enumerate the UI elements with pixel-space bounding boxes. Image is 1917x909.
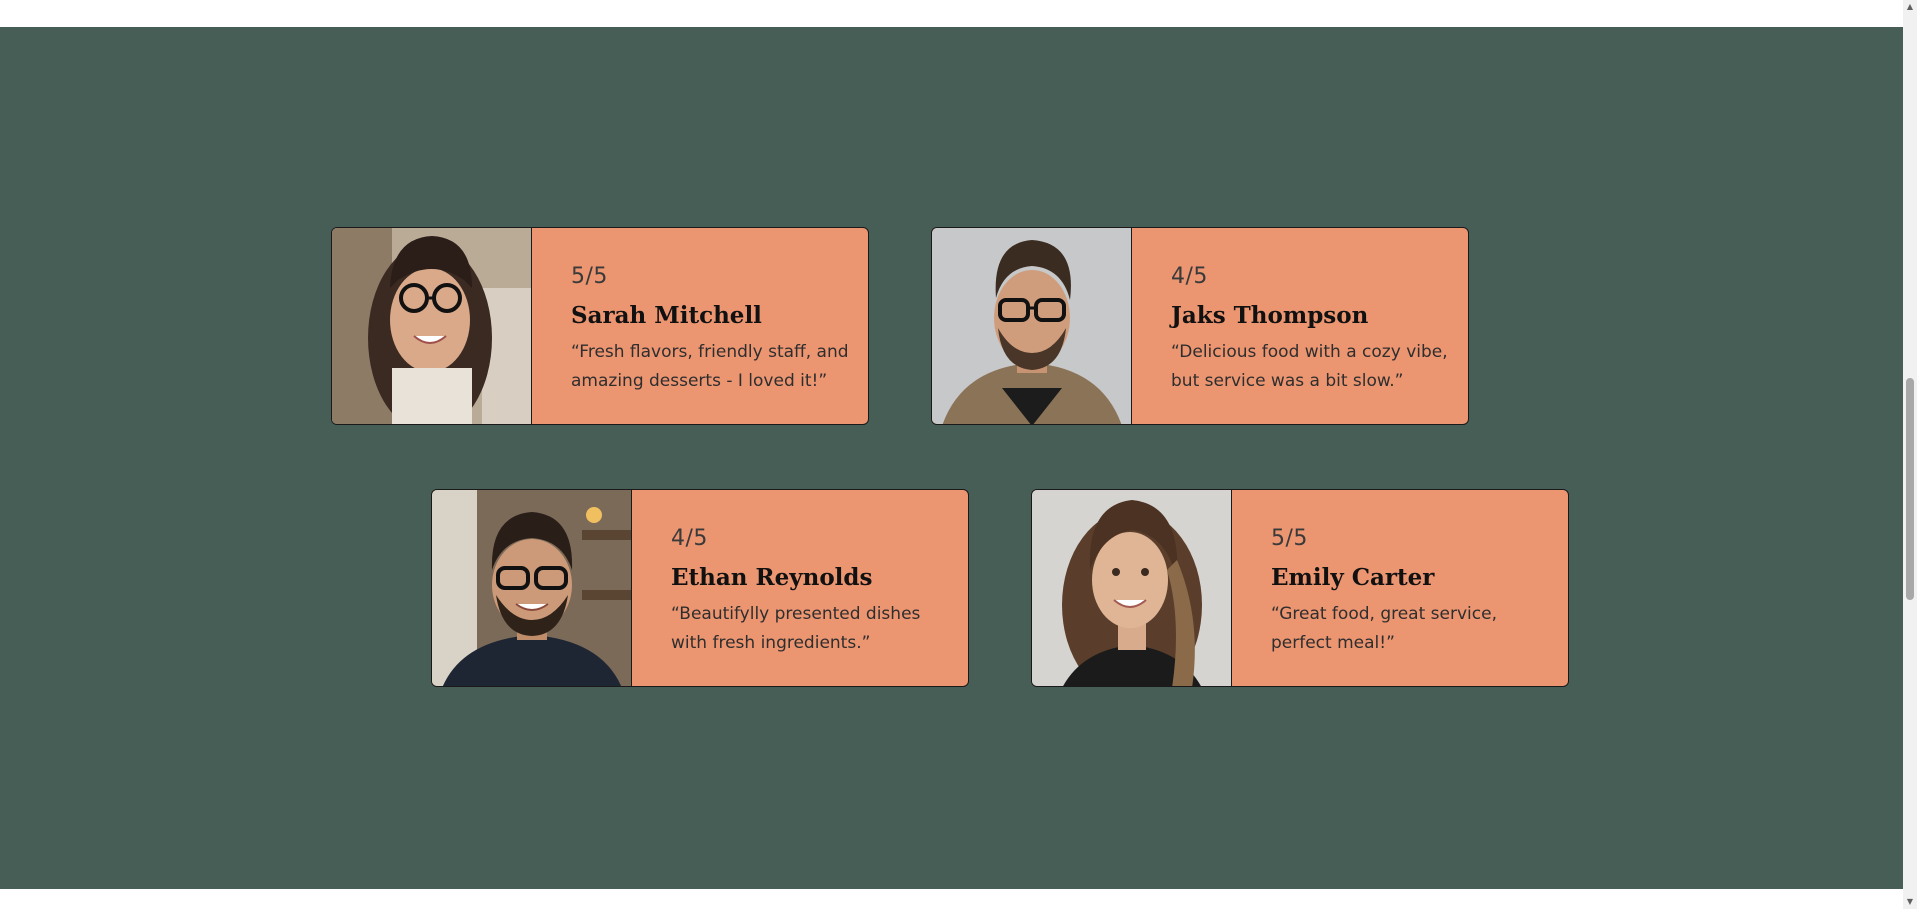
- vertical-scrollbar[interactable]: ▲ ▼: [1903, 0, 1917, 909]
- testimonial-card-emily: 5/5 Emily Carter “Great food, great serv…: [1031, 489, 1569, 687]
- smiling-woman-portrait-icon: [1032, 490, 1232, 686]
- woman-with-glasses-portrait-icon: [332, 228, 532, 424]
- testimonial-card-sarah: 5/5 Sarah Mitchell “Fresh flavors, frien…: [331, 227, 869, 425]
- reviewer-name: Sarah Mitchell: [571, 302, 762, 329]
- review-quote: “Great food, great service, perfect meal…: [1271, 604, 1497, 653]
- review-quote: “Beautifylly presented dishes with fresh…: [671, 604, 921, 653]
- rating: 4/5: [1171, 264, 1208, 289]
- testimonials-section: 5/5 Sarah Mitchell “Fresh flavors, frien…: [0, 27, 1903, 889]
- testimonial-info: 4/5 Jaks Thompson “Delicious food with a…: [1171, 264, 1454, 396]
- smiling-man-portrait-icon: [432, 490, 632, 686]
- scrollbar-thumb[interactable]: [1906, 378, 1914, 600]
- reviewer-name: Jaks Thompson: [1171, 302, 1369, 329]
- testimonial-info: 4/5 Ethan Reynolds “Beautifylly presente…: [671, 526, 954, 658]
- scroll-up-icon[interactable]: ▲: [1903, 0, 1917, 14]
- testimonial-card-jaks: 4/5 Jaks Thompson “Delicious food with a…: [931, 227, 1469, 425]
- rating: 4/5: [671, 526, 708, 551]
- scroll-down-icon[interactable]: ▼: [1903, 895, 1917, 909]
- testimonial-info: 5/5 Emily Carter “Great food, great serv…: [1271, 526, 1554, 658]
- rating: 5/5: [571, 264, 608, 289]
- testimonial-info: 5/5 Sarah Mitchell “Fresh flavors, frien…: [571, 264, 854, 396]
- reviewer-name: Emily Carter: [1271, 564, 1435, 591]
- review-quote: “Delicious food with a cozy vibe, but se…: [1171, 342, 1448, 391]
- testimonial-card-ethan: 4/5 Ethan Reynolds “Beautifylly presente…: [431, 489, 969, 687]
- man-with-glasses-portrait-icon: [932, 228, 1132, 424]
- reviewer-name: Ethan Reynolds: [671, 564, 873, 591]
- review-quote: “Fresh flavors, friendly staff, and amaz…: [571, 342, 849, 391]
- rating: 5/5: [1271, 526, 1308, 551]
